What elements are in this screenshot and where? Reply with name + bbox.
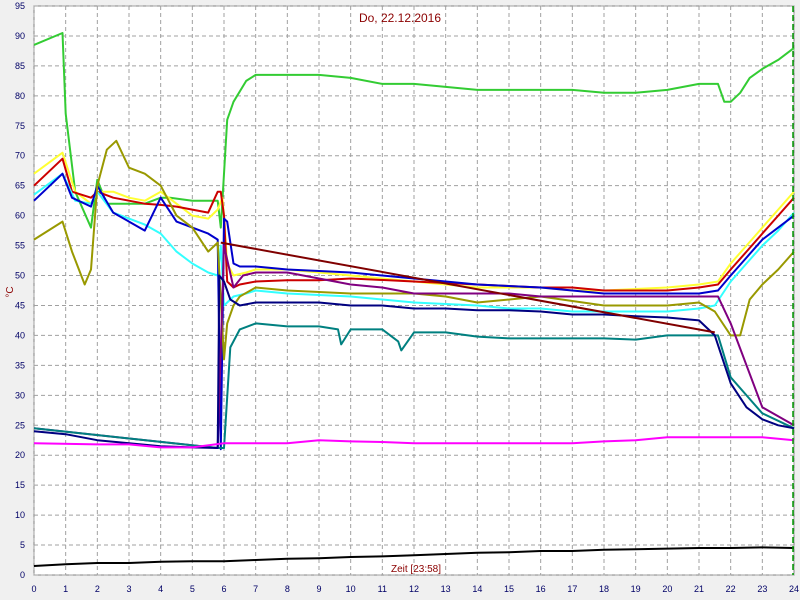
y-tick-label: 60 — [15, 211, 25, 221]
y-tick-label: 55 — [15, 241, 25, 251]
y-tick-label: 95 — [15, 1, 25, 11]
x-tick-label: 24 — [789, 584, 799, 594]
x-tick-label: 18 — [599, 584, 609, 594]
x-tick-label: 6 — [221, 584, 226, 594]
y-tick-label: 40 — [15, 330, 25, 340]
x-tick-label: 23 — [757, 584, 767, 594]
x-tick-label: 8 — [285, 584, 290, 594]
y-tick-label: 45 — [15, 300, 25, 310]
chart-window: 0 1 2 3 4 5 6 7 8 9 10 11 12 13 14 15 16 17 18 19 20 21 22 23 24… — [0, 0, 800, 600]
x-tick-label: 22 — [726, 584, 736, 594]
x-tick-label: 13 — [441, 584, 451, 594]
y-tick-label: 85 — [15, 61, 25, 71]
x-tick-label: 21 — [694, 584, 704, 594]
x-tick-label: 1 — [63, 584, 68, 594]
x-tick-label: 19 — [631, 584, 641, 594]
x-tick-label: 12 — [409, 584, 419, 594]
x-tick-label: 17 — [567, 584, 577, 594]
x-tick-label: 0 — [31, 584, 36, 594]
y-tick-label: 10 — [15, 510, 25, 520]
y-tick-label: 75 — [15, 121, 25, 131]
y-tick-label: 5 — [20, 540, 25, 550]
y-tick-label: 65 — [15, 181, 25, 191]
x-tick-label: 20 — [662, 584, 672, 594]
x-tick-label: 16 — [536, 584, 546, 594]
temperature-chart: 0 1 2 3 4 5 6 7 8 9 10 11 12 13 14 15 16 17 18 19 20 21 22 23 24… — [5, 1, 799, 594]
x-tick-label: 7 — [253, 584, 258, 594]
x-tick-label: 10 — [346, 584, 356, 594]
x-tick-label: 14 — [472, 584, 482, 594]
x-tick-label: 15 — [504, 584, 514, 594]
y-tick-label: 70 — [15, 151, 25, 161]
x-tick-label: 2 — [95, 584, 100, 594]
y-tick-label: 90 — [15, 31, 25, 41]
y-axis-label: °C — [5, 286, 16, 297]
y-tick-label: 35 — [15, 360, 25, 370]
x-axis-label: Zeit [23:58] — [391, 564, 441, 575]
y-tick-label: 20 — [15, 450, 25, 460]
x-tick-label: 9 — [316, 584, 321, 594]
y-tick-label: 50 — [15, 271, 25, 281]
y-tick-label: 80 — [15, 91, 25, 101]
x-tick-label: 11 — [378, 584, 387, 594]
y-tick-label: 15 — [15, 480, 25, 490]
y-tick-label: 0 — [20, 570, 25, 580]
x-tick-label: 3 — [126, 584, 131, 594]
x-tick-label: 5 — [190, 584, 195, 594]
chart-title: Do, 22.12.2016 — [359, 11, 441, 25]
x-tick-label: 4 — [158, 584, 163, 594]
y-tick-label: 25 — [15, 420, 25, 430]
y-tick-label: 30 — [15, 390, 25, 400]
